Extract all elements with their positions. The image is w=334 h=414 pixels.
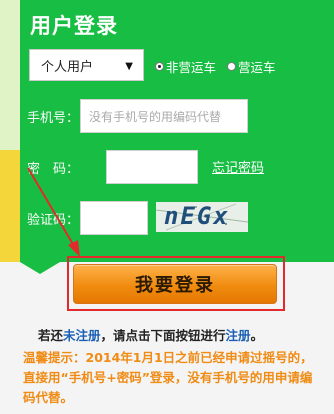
radio-unchecked-icon[interactable] — [227, 62, 236, 71]
radio-non-commercial-label: 非营运车 — [166, 60, 217, 75]
phone-placeholder: 没有手机号的用编码代替 — [89, 109, 222, 124]
phone-input[interactable]: 没有手机号的用编码代替 — [80, 99, 248, 133]
panel-pointer — [20, 262, 60, 274]
captcha-image[interactable]: nEGx — [156, 202, 248, 232]
radio-checked-icon[interactable] — [155, 62, 164, 71]
captcha-label: 验证码： — [27, 213, 80, 228]
register-link[interactable]: 注册 — [226, 328, 251, 343]
register-link-unregistered[interactable]: 未注册 — [63, 328, 101, 343]
register-prefix: 若还 — [38, 328, 64, 343]
login-title: 用户登录 — [30, 14, 118, 38]
forgot-password-link[interactable]: 忘记密码 — [212, 157, 264, 176]
login-button[interactable]: 我要登录 — [73, 264, 277, 304]
register-suffix: 。 — [250, 328, 264, 343]
captcha-input[interactable] — [80, 201, 148, 235]
password-label: 密 码： — [27, 162, 80, 177]
notice-text: 温馨提示：2014年1月1日之前已经申请过摇号的，直接用“手机号+密码”登录，没… — [23, 350, 313, 405]
caret-down-icon: ▼ — [125, 61, 133, 72]
register-middle: ，请点击下面按钮进行 — [100, 328, 226, 343]
radio-commercial-label: 营运车 — [238, 60, 276, 75]
password-input[interactable] — [106, 150, 198, 184]
user-type-selected: 个人用户 — [41, 59, 94, 75]
radio-commercial[interactable]: 营运车 — [227, 57, 276, 76]
register-hint: 若还未注册，请点击下面按钮进行注册。 — [38, 325, 263, 344]
background-decoration-yellow — [0, 150, 20, 262]
captcha-text: nEGx — [164, 202, 230, 230]
phone-label: 手机号： — [27, 111, 80, 126]
radio-non-commercial[interactable]: 非营运车 — [155, 57, 216, 76]
user-type-select[interactable]: 个人用户 ▼ — [29, 49, 144, 81]
background-decoration — [0, 0, 20, 150]
